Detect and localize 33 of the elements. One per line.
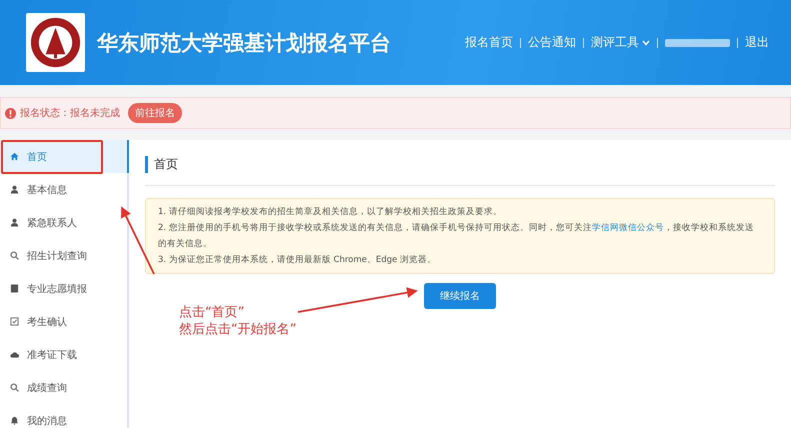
notice-text: 1. 请仔细阅读报考学校发布的招生简章及相关信息，以了解学校相关招生政策及要求。: [158, 206, 503, 219]
user-icon: [10, 218, 19, 227]
notebook-icon: [10, 284, 19, 293]
sidebar-item[interactable]: 我的消息: [0, 404, 127, 428]
bell-icon: [10, 416, 19, 425]
annotation-arrow: [121, 206, 155, 274]
sidebar-item[interactable]: 基本信息: [0, 173, 127, 206]
redacted-username: [665, 38, 730, 46]
notice-text: 3. 为保证您正常使用本系统，请使用最新版 Chrome、Edge 浏览器。: [158, 254, 437, 267]
checkbox-icon: [10, 317, 19, 326]
alert-icon: [5, 108, 16, 118]
sidebar-item[interactable]: 准考证下载: [0, 338, 127, 371]
cloud-download-icon: [10, 350, 19, 359]
continue-button[interactable]: 继续报名: [424, 283, 496, 309]
status-text: 报名状态：报名未完成: [20, 106, 120, 120]
sidebar-item[interactable]: 考生确认: [0, 305, 127, 338]
sidebar-item[interactable]: 成绩查询: [0, 371, 127, 404]
annotation-text: 点击“首页”: [179, 304, 246, 321]
nav-link[interactable]: 退出: [745, 34, 769, 51]
sidebar-item[interactable]: 专业志愿填报: [0, 272, 127, 305]
search-icon: [10, 383, 19, 392]
wechat-link[interactable]: 学信网微信公众号: [592, 223, 664, 233]
annotation-text: 然后点击“开始报名”: [179, 321, 296, 338]
site-title: 华东师范大学强基计划报名平台: [97, 30, 392, 56]
search-icon: [10, 251, 19, 260]
caret-icon: [642, 40, 650, 46]
home-icon: [10, 152, 19, 161]
page-title: 首页: [145, 156, 775, 173]
user-icon: [10, 185, 19, 194]
sidebar-item[interactable]: 招生计划查询: [0, 239, 127, 272]
university-logo: [26, 13, 85, 72]
notice-text: 2. 您注册使用的手机号将用于接收学校或系统发送的有关信息，请确保手机号保持可用状态。同时，您可关注学信网微信公众号，接收学校和系统发送的有关信息。: [158, 222, 755, 251]
sidebar-item[interactable]: 紧急联系人: [0, 206, 127, 239]
